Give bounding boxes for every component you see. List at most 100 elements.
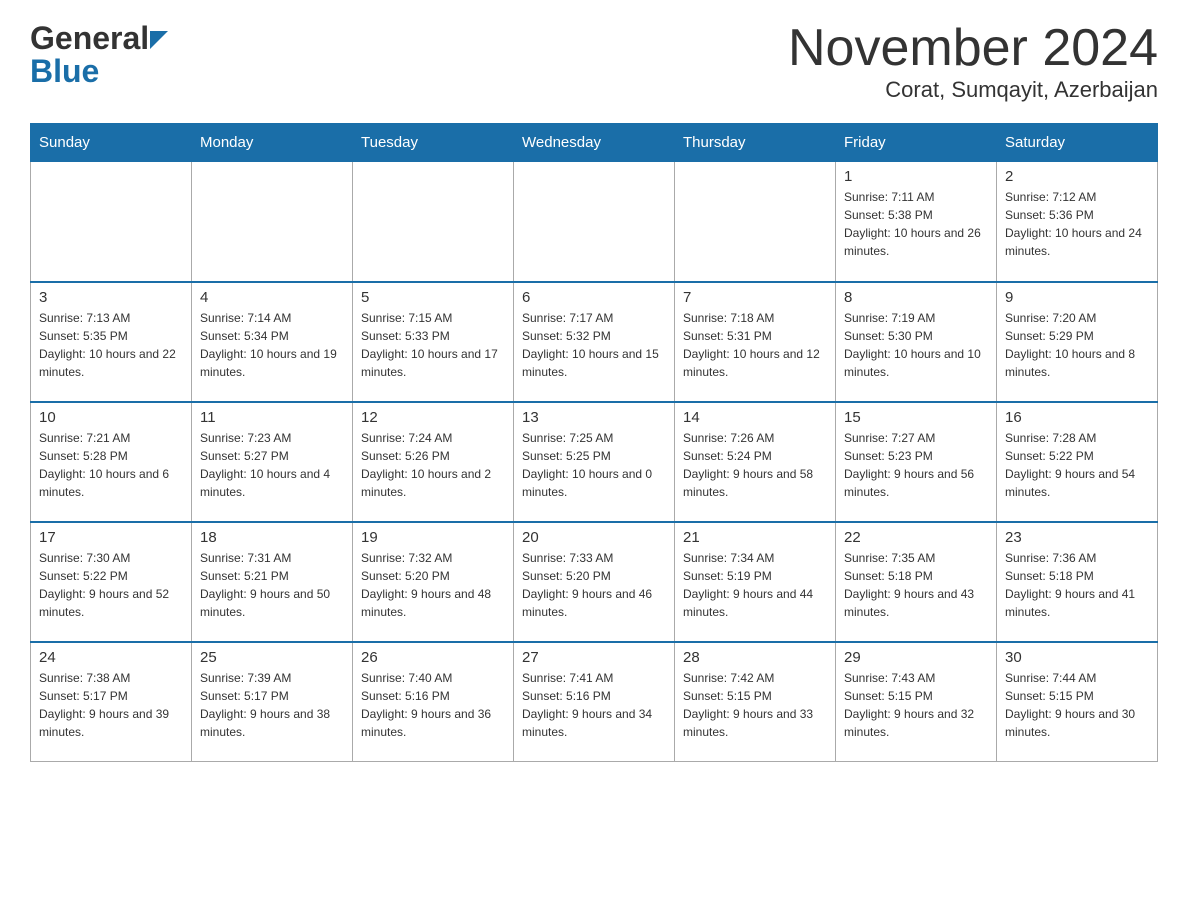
day-number: 20 bbox=[522, 529, 666, 546]
calendar-cell: 8 Sunrise: 7:19 AMSunset: 5:30 PMDaylight… bbox=[836, 282, 997, 402]
logo-general-word: General bbox=[30, 20, 149, 57]
calendar-cell: 9 Sunrise: 7:20 AMSunset: 5:29 PMDaylight… bbox=[997, 282, 1158, 402]
day-info: Sunrise: 7:12 AMSunset: 5:36 PMDaylight:… bbox=[1005, 188, 1149, 260]
day-number: 27 bbox=[522, 649, 666, 666]
calendar-cell: 5Sunrise: 7:15 AMSunset: 5:33 PMDaylight… bbox=[353, 282, 514, 402]
calendar-cell bbox=[514, 162, 675, 282]
day-number: 15 bbox=[844, 409, 988, 426]
day-info: Sunrise: 7:20 AMSunset: 5:29 PMDaylight:… bbox=[1005, 309, 1149, 381]
calendar-cell: 26 Sunrise: 7:40 AMSunset: 5:16 PMDayligh… bbox=[353, 642, 514, 762]
day-info: Sunrise: 7:44 AMSunset: 5:15 PMDaylight:… bbox=[1005, 669, 1149, 741]
calendar-cell bbox=[353, 162, 514, 282]
day-info: Sunrise: 7:42 AMSunset: 5:15 PMDaylight:… bbox=[683, 669, 827, 741]
day-info: Sunrise: 7:30 AMSunset: 5:22 PMDaylight:… bbox=[39, 549, 183, 621]
day-number: 1 bbox=[844, 168, 988, 185]
calendar-cell: 18 Sunrise: 7:31 AMSunset: 5:21 PMDayligh… bbox=[192, 522, 353, 642]
day-info: Sunrise: 7:41 AMSunset: 5:16 PMDaylight:… bbox=[522, 669, 666, 741]
calendar-cell: 13Sunrise: 7:25 AMSunset: 5:25 PMDayligh… bbox=[514, 402, 675, 522]
day-info: Sunrise: 7:18 AMSunset: 5:31 PMDaylight:… bbox=[683, 309, 827, 381]
day-info: Sunrise: 7:13 AMSunset: 5:35 PMDaylight:… bbox=[39, 309, 183, 381]
calendar-subtitle: Corat, Sumqayit, Azerbaijan bbox=[788, 77, 1158, 103]
day-number: 21 bbox=[683, 529, 827, 546]
calendar-title: November 2024 bbox=[788, 20, 1158, 77]
day-info: Sunrise: 7:39 AMSunset: 5:17 PMDaylight:… bbox=[200, 669, 344, 741]
day-info: Sunrise: 7:28 AMSunset: 5:22 PMDaylight:… bbox=[1005, 429, 1149, 501]
calendar-week-row: 17 Sunrise: 7:30 AMSunset: 5:22 PMDayligh… bbox=[31, 522, 1158, 642]
day-info: Sunrise: 7:32 AMSunset: 5:20 PMDaylight:… bbox=[361, 549, 505, 621]
calendar-header-row: Sunday Monday Tuesday Wednesday Thursday… bbox=[31, 124, 1158, 162]
day-info: Sunrise: 7:15 AMSunset: 5:33 PMDaylight:… bbox=[361, 309, 505, 381]
day-number: 8 bbox=[844, 289, 988, 306]
calendar-cell: 20Sunrise: 7:33 AMSunset: 5:20 PMDayligh… bbox=[514, 522, 675, 642]
title-block: November 2024 Corat, Sumqayit, Azerbaija… bbox=[788, 20, 1158, 103]
day-number: 26 bbox=[361, 649, 505, 666]
calendar-cell: 28Sunrise: 7:42 AMSunset: 5:15 PMDayligh… bbox=[675, 642, 836, 762]
day-number: 25 bbox=[200, 649, 344, 666]
day-number: 16 bbox=[1005, 409, 1149, 426]
calendar-cell bbox=[31, 162, 192, 282]
day-number: 12 bbox=[361, 409, 505, 426]
calendar-cell: 16 Sunrise: 7:28 AMSunset: 5:22 PMDayligh… bbox=[997, 402, 1158, 522]
logo-blue-word: Blue bbox=[30, 53, 99, 90]
calendar-cell: 25 Sunrise: 7:39 AMSunset: 5:17 PMDayligh… bbox=[192, 642, 353, 762]
day-number: 18 bbox=[200, 529, 344, 546]
day-number: 9 bbox=[1005, 289, 1149, 306]
col-tuesday: Tuesday bbox=[353, 124, 514, 162]
calendar-cell: 14 Sunrise: 7:26 AMSunset: 5:24 PMDayligh… bbox=[675, 402, 836, 522]
day-number: 11 bbox=[200, 409, 344, 426]
day-info: Sunrise: 7:38 AMSunset: 5:17 PMDaylight:… bbox=[39, 669, 183, 741]
col-thursday: Thursday bbox=[675, 124, 836, 162]
day-info: Sunrise: 7:14 AMSunset: 5:34 PMDaylight:… bbox=[200, 309, 344, 381]
day-number: 30 bbox=[1005, 649, 1149, 666]
day-info: Sunrise: 7:11 AMSunset: 5:38 PMDaylight:… bbox=[844, 188, 988, 260]
day-info: Sunrise: 7:40 AMSunset: 5:16 PMDaylight:… bbox=[361, 669, 505, 741]
day-number: 29 bbox=[844, 649, 988, 666]
day-number: 3 bbox=[39, 289, 183, 306]
calendar-week-row: 3 Sunrise: 7:13 AMSunset: 5:35 PMDaylight… bbox=[31, 282, 1158, 402]
day-number: 13 bbox=[522, 409, 666, 426]
page-header: General Blue November 2024 Corat, Sumqay… bbox=[30, 20, 1158, 103]
calendar-week-row: 10Sunrise: 7:21 AMSunset: 5:28 PMDayligh… bbox=[31, 402, 1158, 522]
day-number: 7 bbox=[683, 289, 827, 306]
calendar-cell: 1 Sunrise: 7:11 AMSunset: 5:38 PMDaylight… bbox=[836, 162, 997, 282]
calendar-cell: 22Sunrise: 7:35 AMSunset: 5:18 PMDayligh… bbox=[836, 522, 997, 642]
calendar-cell: 2 Sunrise: 7:12 AMSunset: 5:36 PMDaylight… bbox=[997, 162, 1158, 282]
day-info: Sunrise: 7:24 AMSunset: 5:26 PMDaylight:… bbox=[361, 429, 505, 501]
day-info: Sunrise: 7:31 AMSunset: 5:21 PMDaylight:… bbox=[200, 549, 344, 621]
day-info: Sunrise: 7:23 AMSunset: 5:27 PMDaylight:… bbox=[200, 429, 344, 501]
calendar-cell: 4 Sunrise: 7:14 AMSunset: 5:34 PMDaylight… bbox=[192, 282, 353, 402]
calendar-cell: 15Sunrise: 7:27 AMSunset: 5:23 PMDayligh… bbox=[836, 402, 997, 522]
calendar-cell: 21 Sunrise: 7:34 AMSunset: 5:19 PMDayligh… bbox=[675, 522, 836, 642]
day-number: 4 bbox=[200, 289, 344, 306]
calendar-cell: 24 Sunrise: 7:38 AMSunset: 5:17 PMDayligh… bbox=[31, 642, 192, 762]
day-number: 6 bbox=[522, 289, 666, 306]
calendar-cell: 19 Sunrise: 7:32 AMSunset: 5:20 PMDayligh… bbox=[353, 522, 514, 642]
calendar-cell: 10Sunrise: 7:21 AMSunset: 5:28 PMDayligh… bbox=[31, 402, 192, 522]
day-number: 24 bbox=[39, 649, 183, 666]
day-number: 17 bbox=[39, 529, 183, 546]
calendar-cell: 27 Sunrise: 7:41 AMSunset: 5:16 PMDayligh… bbox=[514, 642, 675, 762]
day-info: Sunrise: 7:26 AMSunset: 5:24 PMDaylight:… bbox=[683, 429, 827, 501]
calendar-cell: 29 Sunrise: 7:43 AMSunset: 5:15 PMDayligh… bbox=[836, 642, 997, 762]
day-number: 22 bbox=[844, 529, 988, 546]
calendar-cell: 6Sunrise: 7:17 AMSunset: 5:32 PMDaylight… bbox=[514, 282, 675, 402]
day-number: 19 bbox=[361, 529, 505, 546]
day-info: Sunrise: 7:43 AMSunset: 5:15 PMDaylight:… bbox=[844, 669, 988, 741]
day-info: Sunrise: 7:19 AMSunset: 5:30 PMDaylight:… bbox=[844, 309, 988, 381]
day-info: Sunrise: 7:21 AMSunset: 5:28 PMDaylight:… bbox=[39, 429, 183, 501]
logo: General Blue bbox=[30, 20, 168, 90]
col-wednesday: Wednesday bbox=[514, 124, 675, 162]
day-number: 14 bbox=[683, 409, 827, 426]
col-sunday: Sunday bbox=[31, 124, 192, 162]
calendar-table: Sunday Monday Tuesday Wednesday Thursday… bbox=[30, 123, 1158, 762]
logo-arrow-icon bbox=[150, 31, 168, 49]
calendar-cell bbox=[192, 162, 353, 282]
calendar-cell: 3 Sunrise: 7:13 AMSunset: 5:35 PMDaylight… bbox=[31, 282, 192, 402]
day-info: Sunrise: 7:36 AMSunset: 5:18 PMDaylight:… bbox=[1005, 549, 1149, 621]
calendar-week-row: 1 Sunrise: 7:11 AMSunset: 5:38 PMDaylight… bbox=[31, 162, 1158, 282]
day-number: 2 bbox=[1005, 168, 1149, 185]
calendar-cell: 23Sunrise: 7:36 AMSunset: 5:18 PMDayligh… bbox=[997, 522, 1158, 642]
calendar-cell: 7 Sunrise: 7:18 AMSunset: 5:31 PMDaylight… bbox=[675, 282, 836, 402]
col-friday: Friday bbox=[836, 124, 997, 162]
day-info: Sunrise: 7:34 AMSunset: 5:19 PMDaylight:… bbox=[683, 549, 827, 621]
